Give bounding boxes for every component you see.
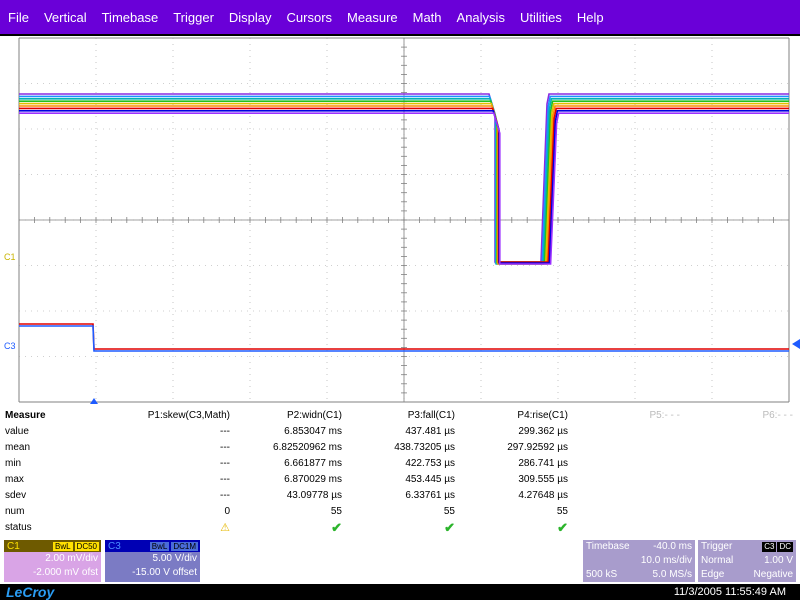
timebase-rate: 5.0 MS/s [652,569,692,580]
lecroy-logo: LeCroy [6,584,55,600]
menu-measure[interactable]: Measure [339,10,405,25]
trigger-level: 1.00 V [764,555,793,566]
measure-cell: 438.73205 µs [394,442,455,453]
measure-cell: 437.481 µs [405,426,455,437]
c1-descriptor-box[interactable]: C1 BwL DC50 2.00 mV/div -2.000 mV ofst [4,540,101,582]
c1-offset: -2.000 mV ofst [32,567,98,578]
date-time-display: 11/3/2005 11:55:49 AM [673,586,786,598]
menu-utilities[interactable]: Utilities [512,10,569,25]
menu-help[interactable]: Help [569,10,611,25]
param-header-p6[interactable]: P6:- - - [683,408,793,424]
measure-row-label: status [5,522,32,533]
measure-cell: 286.741 µs [518,458,568,469]
param-header-p1[interactable]: P1:skew(C3,Math) [120,408,230,424]
measure-cell: 55 [330,506,342,517]
measure-cell: --- [220,426,230,437]
c1-tag-bwl: BwL [52,541,73,551]
measure-cell: --- [220,474,230,485]
c3-tag-coupling: DC1M [171,541,198,551]
waveform-grid: C1 C3 [4,37,800,404]
c3-tag-bwl: BwL [149,541,170,551]
status-footer: LeCroy 11/3/2005 11:55:49 AM [0,584,800,600]
menu-bar: File Vertical Timebase Trigger Display Cursor… [0,0,800,34]
c3-offset-marker [792,339,800,349]
measure-cell: 309.555 µs [518,474,568,485]
measure-cell: 6.82520962 ms [273,442,342,453]
menu-vertical[interactable]: Vertical [36,10,94,25]
measure-cell: 55 [443,506,455,517]
menu-trigger[interactable]: Trigger [165,10,221,25]
measure-cell: 43.09778 µs [286,490,342,501]
c3-trace-label: C3 [4,341,16,351]
timebase-delay: -40.0 ms [653,541,692,552]
menu-analysis[interactable]: Analysis [449,10,512,25]
c3-name: C3 [108,540,121,552]
timebase-box[interactable]: Timebase -40.0 ms 10.0 ms/div 500 kS 5.0… [583,540,695,582]
measure-cell: 422.753 µs [405,458,455,469]
waveform-display[interactable]: C1 C3 [0,36,800,404]
measure-cell: 6.661877 ms [284,458,342,469]
param-header-p3[interactable]: P3:fall(C1) [345,408,455,424]
measure-cell: --- [220,490,230,501]
param-header-p2[interactable]: P2:widn(C1) [232,408,342,424]
measure-row-label: max [5,474,24,485]
trigger-coupling: DC [777,542,793,552]
measure-cell: 0 [224,506,230,517]
c1-vdiv: 2.00 mV/div [45,553,98,564]
trigger-box[interactable]: Trigger C3 DC Normal 1.00 V Edge Negativ… [698,540,796,582]
measure-title: Measure [5,410,46,421]
measure-cell: --- [220,442,230,453]
measure-row-label: value [5,426,29,437]
trigger-source: C3 [762,542,777,552]
c3-descriptor-box[interactable]: C3 BwL DC1M 5.00 V/div -15.00 V offset [105,540,200,582]
measure-row-label: sdev [5,490,27,501]
warning-icon: ⚠ [220,522,230,534]
measure-cell: 6.853047 ms [284,426,342,437]
measure-cell: 6.870029 ms [284,474,342,485]
measure-cell: 4.27648 µs [518,490,568,501]
trigger-slope: Negative [753,569,793,580]
timebase-tdiv: 10.0 ms/div [640,555,692,566]
menu-display[interactable]: Display [221,10,279,25]
measure-row-label: num [5,506,25,517]
c1-tag-coupling: DC50 [74,541,99,551]
status-panels: C1 BwL DC50 2.00 mV/div -2.000 mV ofst C… [0,536,800,584]
menu-cursors[interactable]: Cursors [279,10,340,25]
c1-trace-label: C1 [4,252,16,262]
trigger-title: Trigger [701,541,733,552]
menu-file[interactable]: File [0,10,36,25]
measure-cell: 299.362 µs [518,426,568,437]
c3-offset: -15.00 V offset [132,567,197,578]
trigger-mode: Normal [701,555,734,566]
menu-timebase[interactable]: Timebase [94,10,166,25]
measure-cell: 55 [556,506,568,517]
measure-table: Measure P1:skew(C3,Math) P2:widn(C1) P3:fal… [0,404,800,536]
measure-cell: 297.92592 µs [507,442,568,453]
timebase-samples: 500 kS [586,569,618,580]
measure-cell: 6.33761 µs [405,490,455,501]
timebase-title: Timebase [586,541,630,552]
measure-cell: 453.445 µs [405,474,455,485]
param-header-p5[interactable]: P5:- - - [570,408,680,424]
measure-row-label: mean [5,442,31,453]
measure-row-label: min [5,458,22,469]
menu-math[interactable]: Math [405,10,449,25]
param-header-p4[interactable]: P4:rise(C1) [458,408,568,424]
c3-vdiv: 5.00 V/div [152,553,197,564]
c1-name: C1 [7,540,20,552]
trigger-type: Edge [701,569,725,580]
measure-cell: --- [220,458,230,469]
